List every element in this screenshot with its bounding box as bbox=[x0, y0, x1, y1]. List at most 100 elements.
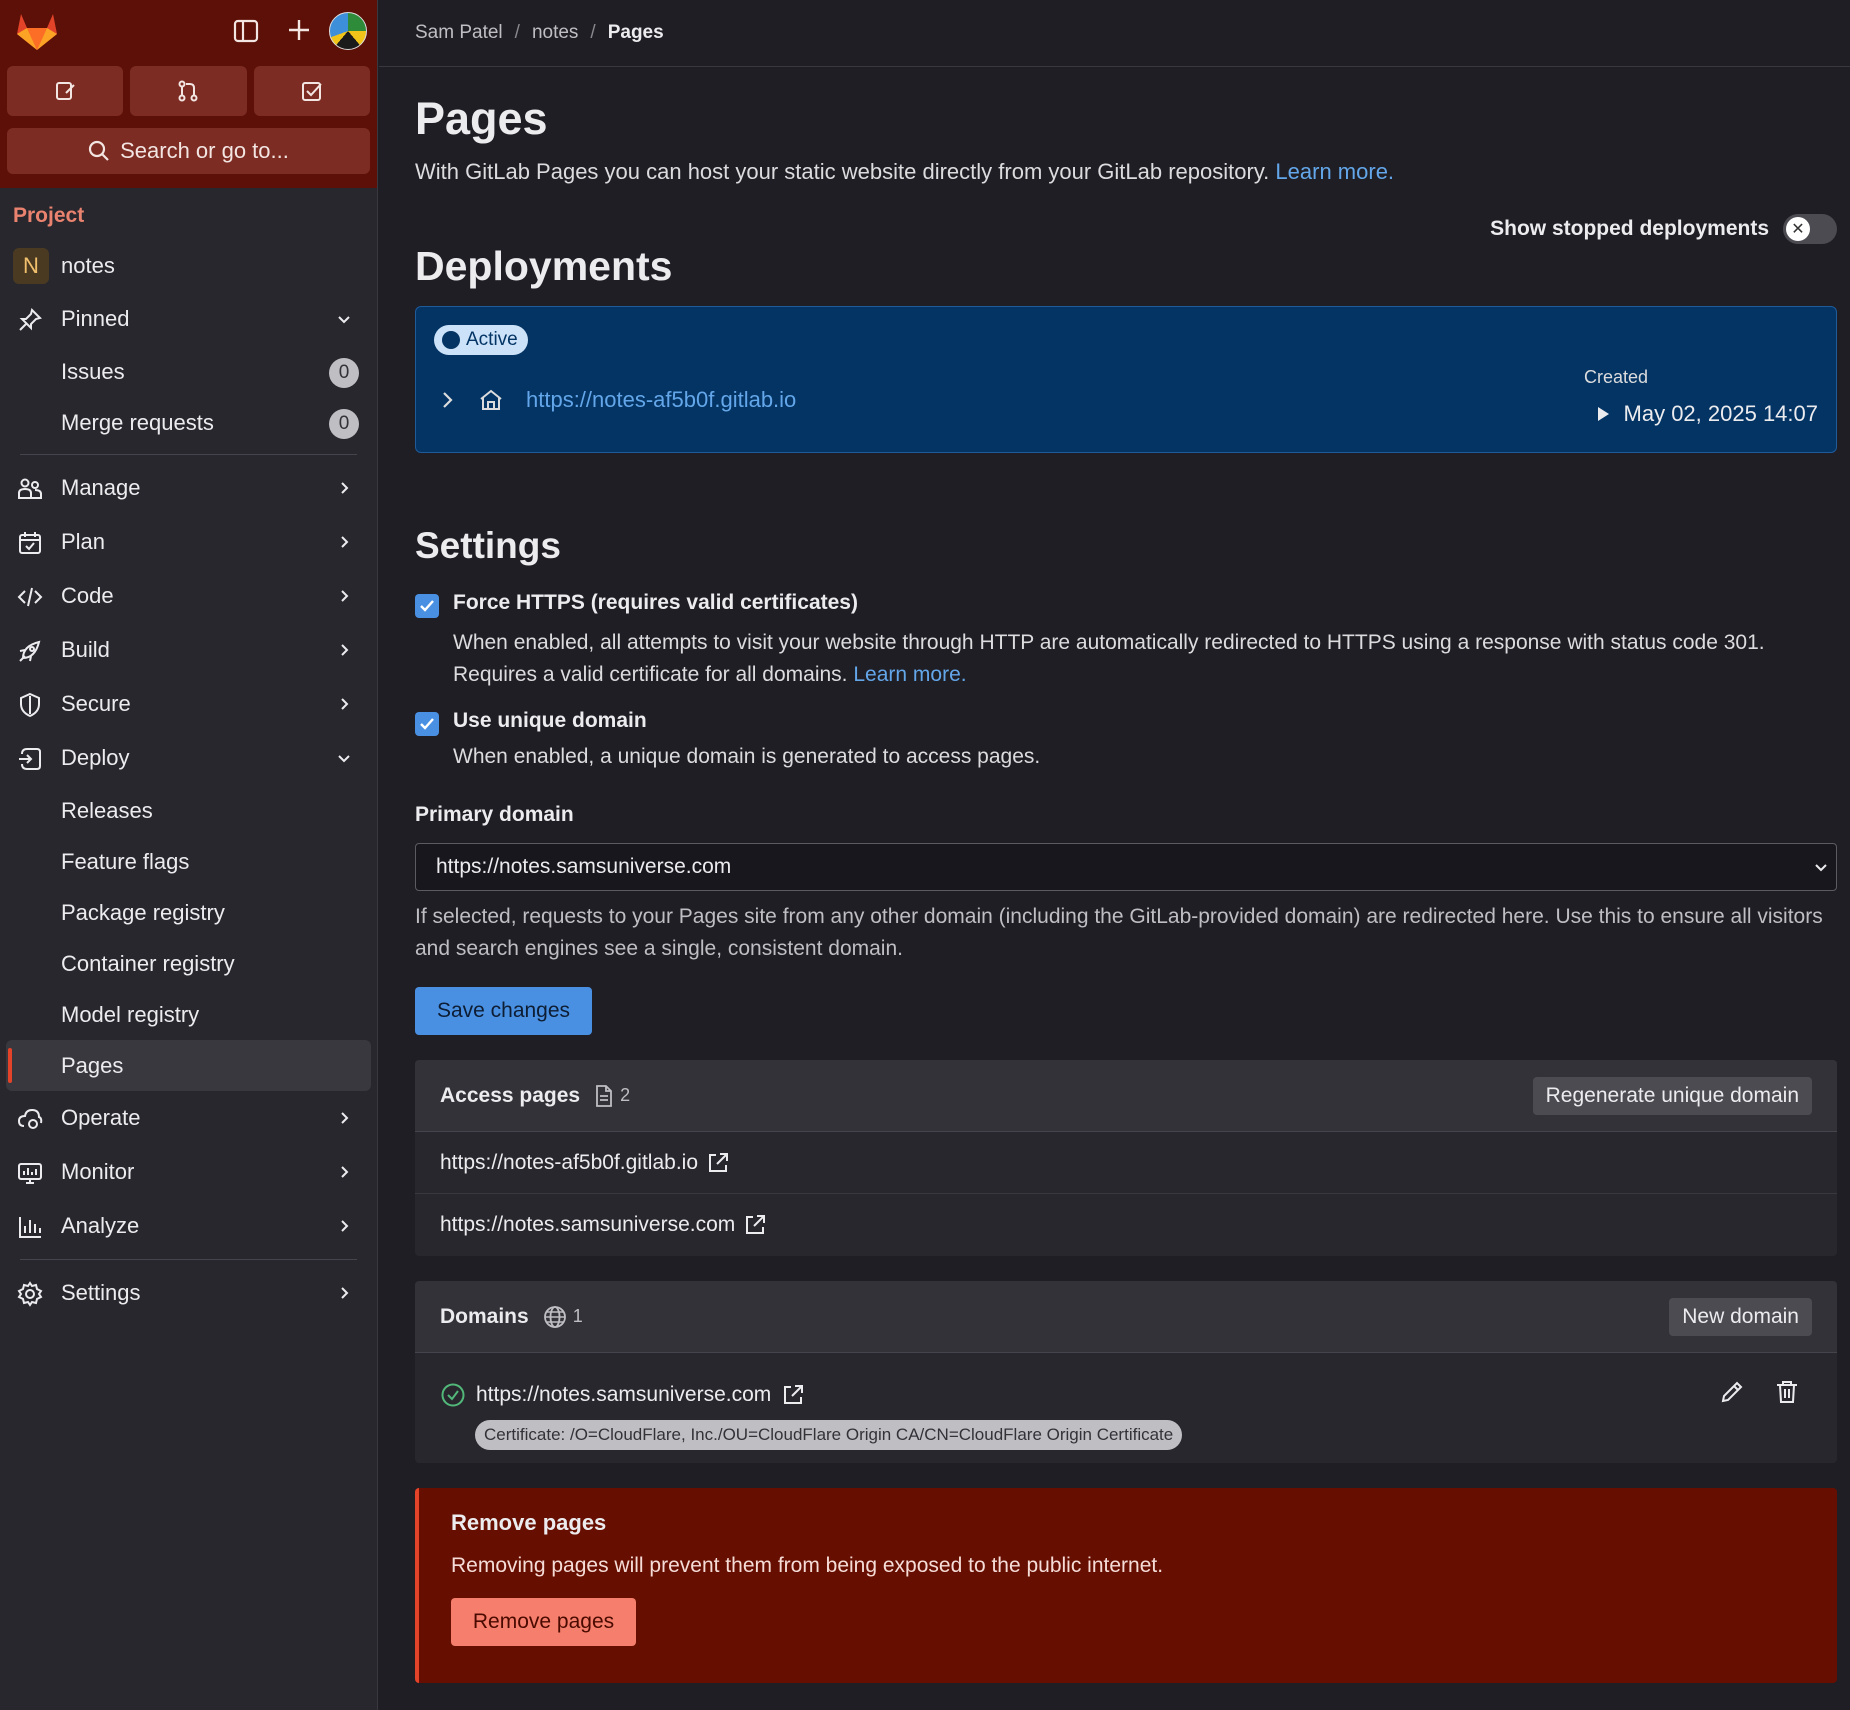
sidebar-item-secure[interactable]: Secure bbox=[0, 677, 377, 731]
deployments-title: Deployments bbox=[415, 243, 673, 289]
pencil-icon[interactable] bbox=[1719, 1379, 1745, 1405]
access-pages-header: Access pages 2 Regenerate unique domain bbox=[415, 1060, 1837, 1132]
list-item: https://notes-af5b0f.gitlab.io bbox=[415, 1132, 1837, 1194]
sidebar-item-label: Code bbox=[61, 583, 114, 608]
unique-domain-label: Use unique domain bbox=[453, 709, 647, 732]
chevron-down-icon bbox=[338, 755, 350, 763]
force-https-label: Force HTTPS (requires valid certificates… bbox=[453, 591, 858, 614]
domain-url-link[interactable]: https://notes.samsuniverse.com bbox=[476, 1383, 771, 1407]
sidebar-item-issues[interactable]: Issues 0 bbox=[0, 346, 377, 397]
sidebar-item-merge-requests[interactable]: Merge requests 0 bbox=[0, 397, 377, 448]
sidebar-item-container-registry[interactable]: Container registry bbox=[0, 938, 377, 989]
breadcrumb-separator: / bbox=[514, 22, 520, 43]
external-link-icon[interactable] bbox=[743, 1213, 767, 1237]
breadcrumb-project-link[interactable]: notes bbox=[532, 22, 578, 44]
force-https-help-text: When enabled, all attempts to visit your… bbox=[453, 631, 1765, 686]
sidebar-item-plan[interactable]: Plan bbox=[0, 515, 377, 569]
chevron-right-icon bbox=[341, 1220, 349, 1232]
sidebar-item-model-registry[interactable]: Model registry bbox=[0, 989, 377, 1040]
count-badge: 0 bbox=[329, 358, 359, 388]
issues-icon bbox=[56, 82, 75, 100]
sidebar-item-operate[interactable]: Operate bbox=[0, 1091, 377, 1145]
caret-right-icon bbox=[1597, 407, 1609, 421]
primary-domain-select[interactable]: https://notes.samsuniverse.com bbox=[415, 843, 1837, 891]
sidebar-item-pinned[interactable]: Pinned bbox=[0, 292, 377, 346]
learn-more-link[interactable]: Learn more. bbox=[853, 663, 966, 686]
sidebar-item-label: Secure bbox=[61, 691, 131, 716]
list-item: https://notes.samsuniverse.com bbox=[415, 1194, 1837, 1256]
access-url-link[interactable]: https://notes.samsuniverse.com bbox=[440, 1213, 735, 1237]
sidebar-item-label: Settings bbox=[61, 1280, 141, 1305]
sidebar-item-code[interactable]: Code bbox=[0, 569, 377, 623]
sidebar-item-build[interactable]: Build bbox=[0, 623, 377, 677]
certificate-badge: Certificate: /O=CloudFlare, Inc./OU=Clou… bbox=[475, 1420, 1183, 1450]
access-pages-card: Access pages 2 Regenerate unique domain … bbox=[415, 1060, 1837, 1256]
close-icon: ✕ bbox=[1786, 217, 1810, 241]
chevron-right-icon bbox=[341, 644, 349, 656]
created-value[interactable]: May 02, 2025 14:07 bbox=[1596, 401, 1818, 427]
unique-domain-checkbox[interactable] bbox=[415, 712, 439, 736]
status-dot-icon bbox=[442, 331, 460, 349]
issues-shortcut-button[interactable] bbox=[7, 66, 124, 116]
chevron-right-icon bbox=[341, 482, 349, 494]
gitlab-logo-icon[interactable] bbox=[15, 10, 59, 52]
sidebar-item-label: Releases bbox=[61, 797, 153, 823]
merge-requests-shortcut-button[interactable] bbox=[130, 66, 247, 116]
monitor-icon bbox=[18, 1163, 42, 1184]
save-changes-button[interactable]: Save changes bbox=[415, 987, 592, 1035]
external-link-icon[interactable] bbox=[781, 1383, 805, 1407]
breadcrumb-user-link[interactable]: Sam Patel bbox=[415, 22, 503, 44]
force-https-setting: Force HTTPS (requires valid certificates… bbox=[415, 591, 1837, 691]
sidebar-toggle-icon[interactable] bbox=[231, 16, 261, 46]
trash-icon[interactable] bbox=[1775, 1379, 1799, 1405]
globe-icon bbox=[543, 1305, 566, 1328]
sidebar-project-link[interactable]: N notes bbox=[0, 240, 377, 292]
merge-request-icon bbox=[178, 80, 198, 102]
deployment-url-link[interactable]: https://notes-af5b0f.gitlab.io bbox=[526, 387, 796, 413]
check-icon bbox=[420, 600, 434, 612]
chevron-right-icon[interactable] bbox=[438, 390, 456, 410]
access-url-link[interactable]: https://notes-af5b0f.gitlab.io bbox=[440, 1151, 698, 1175]
count-value: 2 bbox=[620, 1085, 631, 1105]
search-button[interactable]: Search or go to... bbox=[7, 128, 370, 174]
sidebar-item-label: Feature flags bbox=[61, 848, 190, 874]
plus-icon[interactable] bbox=[283, 14, 315, 46]
sidebar-item-releases[interactable]: Releases bbox=[0, 785, 377, 836]
learn-more-link[interactable]: Learn more. bbox=[1275, 159, 1394, 184]
sidebar-item-feature-flags[interactable]: Feature flags bbox=[0, 836, 377, 887]
remove-pages-description: Removing pages will prevent them from be… bbox=[451, 1554, 1164, 1577]
show-stopped-toggle[interactable]: ✕ bbox=[1783, 214, 1837, 244]
check-circle-icon bbox=[441, 1383, 465, 1407]
new-domain-button[interactable]: New domain bbox=[1669, 1298, 1812, 1336]
calendar-icon bbox=[19, 532, 41, 554]
page-description-text: With GitLab Pages you can host your stat… bbox=[415, 159, 1270, 184]
sidebar: Search or go to... Project N notes Pinne… bbox=[0, 0, 378, 1710]
sidebar-item-analyze[interactable]: Analyze bbox=[0, 1199, 377, 1253]
chevron-right-icon bbox=[341, 1166, 349, 1178]
force-https-help: When enabled, all attempts to visit your… bbox=[453, 627, 1837, 691]
external-link-icon[interactable] bbox=[706, 1151, 730, 1175]
sidebar-item-pages[interactable]: Pages bbox=[6, 1040, 371, 1091]
chevron-down-icon bbox=[338, 316, 350, 324]
regenerate-unique-domain-button[interactable]: Regenerate unique domain bbox=[1532, 1077, 1812, 1115]
primary-domain-label: Primary domain bbox=[415, 803, 574, 826]
todo-shortcut-button[interactable] bbox=[253, 66, 370, 116]
remove-pages-title: Remove pages bbox=[451, 1510, 607, 1535]
sidebar-item-label: Pages bbox=[61, 1052, 124, 1078]
sidebar-item-monitor[interactable]: Monitor bbox=[0, 1145, 377, 1199]
show-stopped-deployments: Show stopped deployments ✕ bbox=[1490, 214, 1837, 244]
remove-pages-card: Remove pages Removing pages will prevent… bbox=[415, 1488, 1837, 1683]
chevron-down-icon bbox=[1815, 864, 1827, 872]
sidebar-item-settings[interactable]: Settings bbox=[0, 1266, 377, 1320]
sidebar-item-label: Analyze bbox=[61, 1213, 140, 1238]
sidebar-item-label: Manage bbox=[61, 475, 141, 500]
user-avatar[interactable] bbox=[329, 12, 367, 50]
force-https-checkbox[interactable] bbox=[415, 594, 439, 618]
remove-pages-button[interactable]: Remove pages bbox=[451, 1598, 636, 1646]
sidebar-item-deploy[interactable]: Deploy bbox=[0, 731, 377, 785]
unique-domain-setting: Use unique domain When enabled, a unique… bbox=[415, 709, 1837, 773]
sidebar-item-label: Package registry bbox=[61, 899, 225, 925]
todo-icon bbox=[301, 82, 322, 101]
sidebar-item-manage[interactable]: Manage bbox=[0, 461, 377, 515]
sidebar-item-package-registry[interactable]: Package registry bbox=[0, 887, 377, 938]
